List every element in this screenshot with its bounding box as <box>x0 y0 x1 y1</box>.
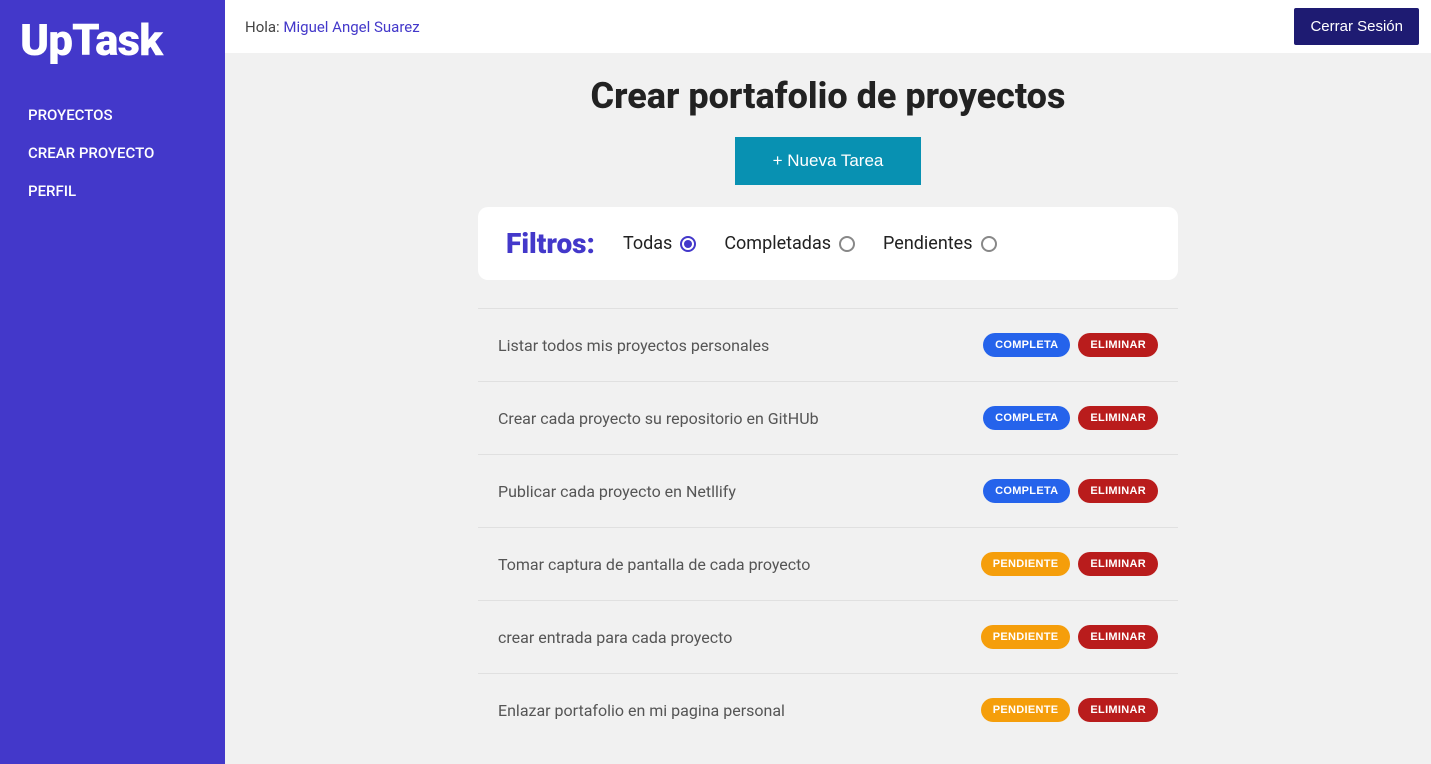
sidebar-item-proyectos[interactable]: PROYECTOS <box>0 96 225 134</box>
sidebar-item-crear-proyecto[interactable]: CREAR PROYECTO <box>0 134 225 172</box>
task-row: Enlazar portafolio en mi pagina personal… <box>478 673 1178 746</box>
sidebar-item-perfil[interactable]: PERFIL <box>0 172 225 210</box>
filter-option-label: Todas <box>623 233 672 254</box>
task-title: Publicar cada proyecto en Netllify <box>498 482 736 501</box>
greeting-prefix: Hola: <box>245 18 283 36</box>
task-delete-button[interactable]: ELIMINAR <box>1078 552 1158 576</box>
task-row: Tomar captura de pantalla de cada proyec… <box>478 527 1178 600</box>
task-title: Crear cada proyecto su repositorio en Gi… <box>498 409 819 428</box>
task-actions: PENDIENTE ELIMINAR <box>981 698 1158 722</box>
new-task-button[interactable]: + Nueva Tarea <box>735 137 922 185</box>
radio-dot-icon <box>684 240 692 248</box>
task-list: Listar todos mis proyectos personales COM… <box>478 308 1178 746</box>
filter-option-completadas[interactable]: Completadas <box>724 233 855 254</box>
task-row: crear entrada para cada proyecto PENDIENT… <box>478 600 1178 673</box>
radio-icon <box>839 236 855 252</box>
radio-icon <box>680 236 696 252</box>
task-status-button[interactable]: PENDIENTE <box>981 625 1071 649</box>
filter-option-todas[interactable]: Todas <box>623 233 696 254</box>
new-task-wrap: + Nueva Tarea <box>225 137 1431 185</box>
task-delete-button[interactable]: ELIMINAR <box>1078 625 1158 649</box>
greeting-username: Miguel Angel Suarez <box>283 18 419 36</box>
greeting: Hola: Miguel Angel Suarez <box>245 18 420 36</box>
filters-card: Filtros: Todas Completadas Pendientes <box>478 207 1178 280</box>
task-row: Publicar cada proyecto en Netllify COMPLE… <box>478 454 1178 527</box>
content: Crear portafolio de proyectos + Nueva Ta… <box>225 53 1431 764</box>
topbar: Hola: Miguel Angel Suarez Cerrar Sesión <box>225 0 1431 53</box>
task-title: Tomar captura de pantalla de cada proyec… <box>498 555 810 574</box>
page-title: Crear portafolio de proyectos <box>225 75 1431 117</box>
task-title: Enlazar portafolio en mi pagina personal <box>498 701 785 720</box>
task-status-button[interactable]: PENDIENTE <box>981 698 1071 722</box>
filter-option-pendientes[interactable]: Pendientes <box>883 233 996 254</box>
task-actions: COMPLETA ELIMINAR <box>983 406 1158 430</box>
sidebar: UpTask PROYECTOS CREAR PROYECTO PERFIL <box>0 0 225 764</box>
task-delete-button[interactable]: ELIMINAR <box>1078 333 1158 357</box>
task-actions: PENDIENTE ELIMINAR <box>981 552 1158 576</box>
logout-button[interactable]: Cerrar Sesión <box>1294 8 1419 45</box>
radio-icon <box>981 236 997 252</box>
task-title: crear entrada para cada proyecto <box>498 628 732 647</box>
task-actions: COMPLETA ELIMINAR <box>983 333 1158 357</box>
filters-label: Filtros: <box>506 227 595 260</box>
task-delete-button[interactable]: ELIMINAR <box>1078 479 1158 503</box>
filter-option-label: Completadas <box>724 233 831 254</box>
task-status-button[interactable]: COMPLETA <box>983 333 1070 357</box>
task-actions: COMPLETA ELIMINAR <box>983 479 1158 503</box>
task-delete-button[interactable]: ELIMINAR <box>1078 406 1158 430</box>
task-title: Listar todos mis proyectos personales <box>498 336 769 355</box>
task-status-button[interactable]: PENDIENTE <box>981 552 1071 576</box>
task-row: Listar todos mis proyectos personales COM… <box>478 308 1178 381</box>
app-logo: UpTask <box>0 14 225 96</box>
main: Hola: Miguel Angel Suarez Cerrar Sesión … <box>225 0 1431 764</box>
task-delete-button[interactable]: ELIMINAR <box>1078 698 1158 722</box>
task-status-button[interactable]: COMPLETA <box>983 406 1070 430</box>
task-actions: PENDIENTE ELIMINAR <box>981 625 1158 649</box>
task-row: Crear cada proyecto su repositorio en Gi… <box>478 381 1178 454</box>
task-status-button[interactable]: COMPLETA <box>983 479 1070 503</box>
filter-option-label: Pendientes <box>883 233 972 254</box>
sidebar-nav: PROYECTOS CREAR PROYECTO PERFIL <box>0 96 225 210</box>
